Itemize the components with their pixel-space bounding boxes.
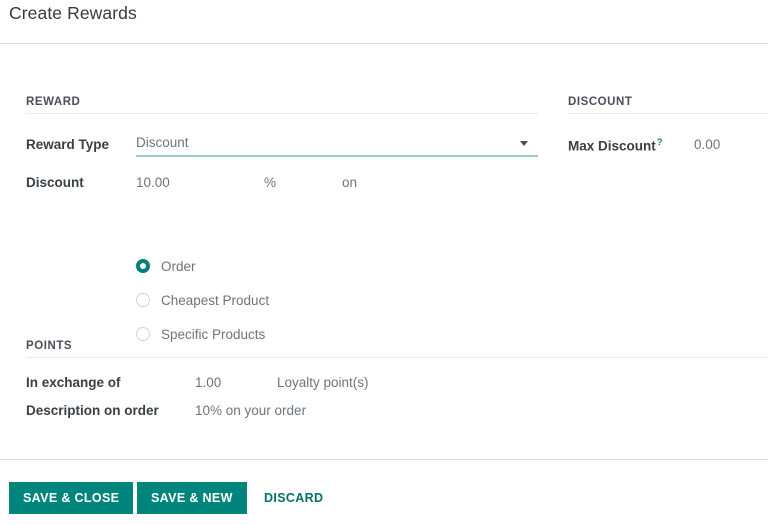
- reward-type-value: Discount: [136, 135, 189, 150]
- description-on-order-label: Description on order: [26, 403, 159, 418]
- discount-preposition-on: on: [342, 175, 358, 190]
- dialog-footer: SAVE & CLOSE SAVE & NEW DISCARD: [0, 459, 768, 524]
- radio-label-order: Order: [161, 258, 196, 274]
- radio-indicator-specific-products[interactable]: [136, 327, 150, 341]
- discount-unit-percent: %: [264, 175, 277, 190]
- chevron-down-icon[interactable]: [520, 141, 528, 146]
- max-discount-label: Max Discount?: [568, 137, 663, 154]
- max-discount-label-text: Max Discount: [568, 138, 656, 154]
- discount-label: Discount: [26, 175, 84, 190]
- in-exchange-of-label: In exchange of: [26, 375, 121, 390]
- radio-indicator-order[interactable]: [136, 259, 150, 273]
- help-icon[interactable]: ?: [657, 137, 663, 148]
- radio-option-order[interactable]: Order: [136, 255, 196, 277]
- section-header-reward: REWARD: [26, 96, 538, 114]
- create-rewards-dialog: Create Rewards REWARD DISCOUNT Reward Ty…: [0, 0, 768, 524]
- section-header-points: POINTS: [26, 340, 768, 358]
- section-header-discount: DISCOUNT: [568, 96, 768, 114]
- loyalty-points-unit: Loyalty point(s): [277, 375, 369, 390]
- description-on-order-input[interactable]: 10% on your order: [195, 403, 306, 418]
- max-discount-input[interactable]: 0.00: [694, 137, 720, 152]
- discard-button[interactable]: DISCARD: [250, 482, 337, 514]
- dialog-header: Create Rewards: [0, 0, 768, 44]
- reward-type-label: Reward Type: [26, 137, 110, 152]
- radio-indicator-cheapest-product[interactable]: [136, 293, 150, 307]
- page-title: Create Rewards: [9, 3, 137, 23]
- in-exchange-of-input[interactable]: 1.00: [195, 375, 221, 390]
- radio-option-cheapest-product[interactable]: Cheapest Product: [136, 289, 269, 311]
- radio-label-cheapest-product: Cheapest Product: [161, 292, 270, 308]
- save-and-new-button[interactable]: SAVE & NEW: [137, 482, 247, 514]
- save-and-close-button[interactable]: SAVE & CLOSE: [9, 482, 134, 514]
- dialog-body: REWARD DISCOUNT Reward Type Discount Dis…: [0, 44, 768, 459]
- reward-type-select[interactable]: Discount: [136, 133, 538, 157]
- discount-input[interactable]: 10.00: [136, 175, 170, 190]
